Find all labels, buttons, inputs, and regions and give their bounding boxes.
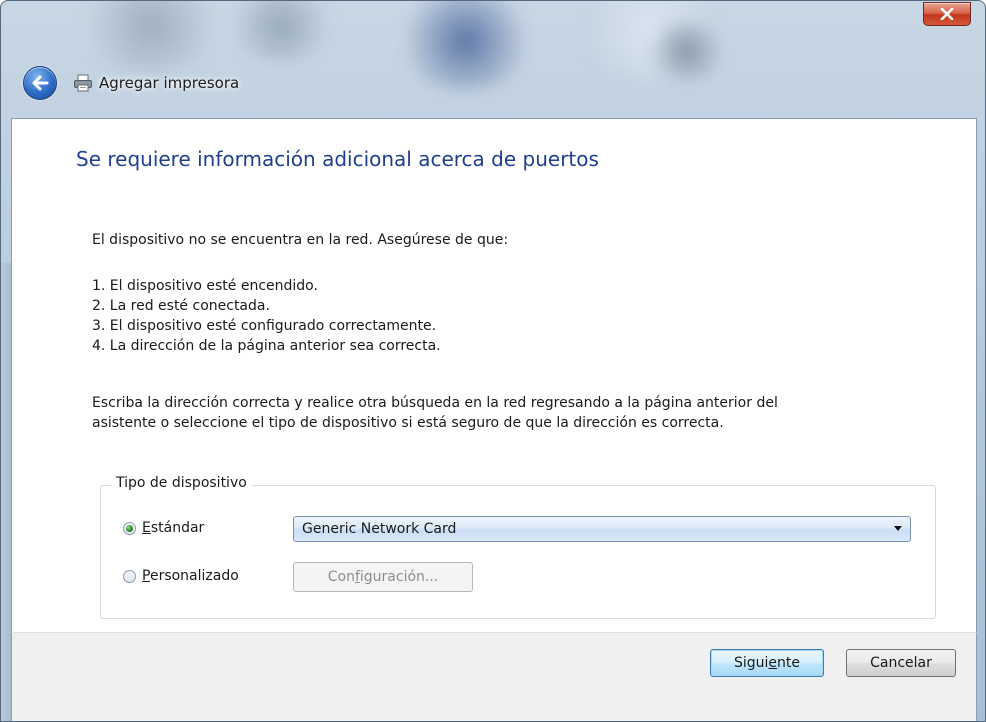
printer-icon [73,74,93,92]
checklist-item: 4. La dirección de la página anterior se… [92,338,441,354]
checklist: 1. El dispositivo esté encendido. 2. La … [92,276,441,356]
wizard-content: Se requiere información adicional acerca… [11,118,977,632]
device-type-group: Tipo de dispositivo Estándar Generic Net… [100,475,936,619]
next-button[interactable]: Sigui e nte [710,649,824,677]
checklist-item: 3. El dispositivo esté configurado corre… [92,318,437,334]
configuration-button[interactable]: Con f iguración... [293,562,473,592]
add-printer-window: Agregar impresora Se requiere informació… [0,0,986,722]
checklist-item: 2. La red esté conectada. [92,298,270,314]
close-icon [940,8,954,20]
custom-label: Personalizado [142,568,239,584]
cancel-button[interactable]: Cancelar [846,649,956,677]
wizard-footer: Sigui e nte Cancelar [11,632,977,721]
titlebar-background-art [1,1,985,119]
navigation-bar: Agregar impresora [23,65,239,101]
back-arrow-icon [32,75,49,91]
intro-text: El dispositivo no se encuentra en la red… [92,232,509,248]
back-button[interactable] [23,66,57,100]
instructions-line-1: Escriba la dirección correcta y realice … [92,395,778,411]
page-title: Se requiere información adicional acerca… [76,147,599,171]
standard-radio[interactable] [123,521,136,535]
device-type-dropdown[interactable]: Generic Network Card [293,516,911,542]
dropdown-value: Generic Network Card [302,521,457,537]
chevron-down-icon [894,526,902,531]
custom-radio[interactable] [123,569,136,583]
standard-radio-option[interactable]: Estándar [123,520,204,536]
instructions-paragraph: Escriba la dirección correcta y realice … [92,393,922,433]
standard-label: Estándar [142,520,205,536]
device-type-legend: Tipo de dispositivo [111,475,252,491]
window-title: Agregar impresora [99,74,240,92]
custom-radio-option[interactable]: Personalizado [123,568,239,584]
instructions-line-2: asistente o seleccione el tipo de dispos… [92,415,724,431]
window-left-edge [1,263,11,721]
checklist-item: 1. El dispositivo esté encendido. [92,278,318,294]
close-button[interactable] [923,2,971,26]
